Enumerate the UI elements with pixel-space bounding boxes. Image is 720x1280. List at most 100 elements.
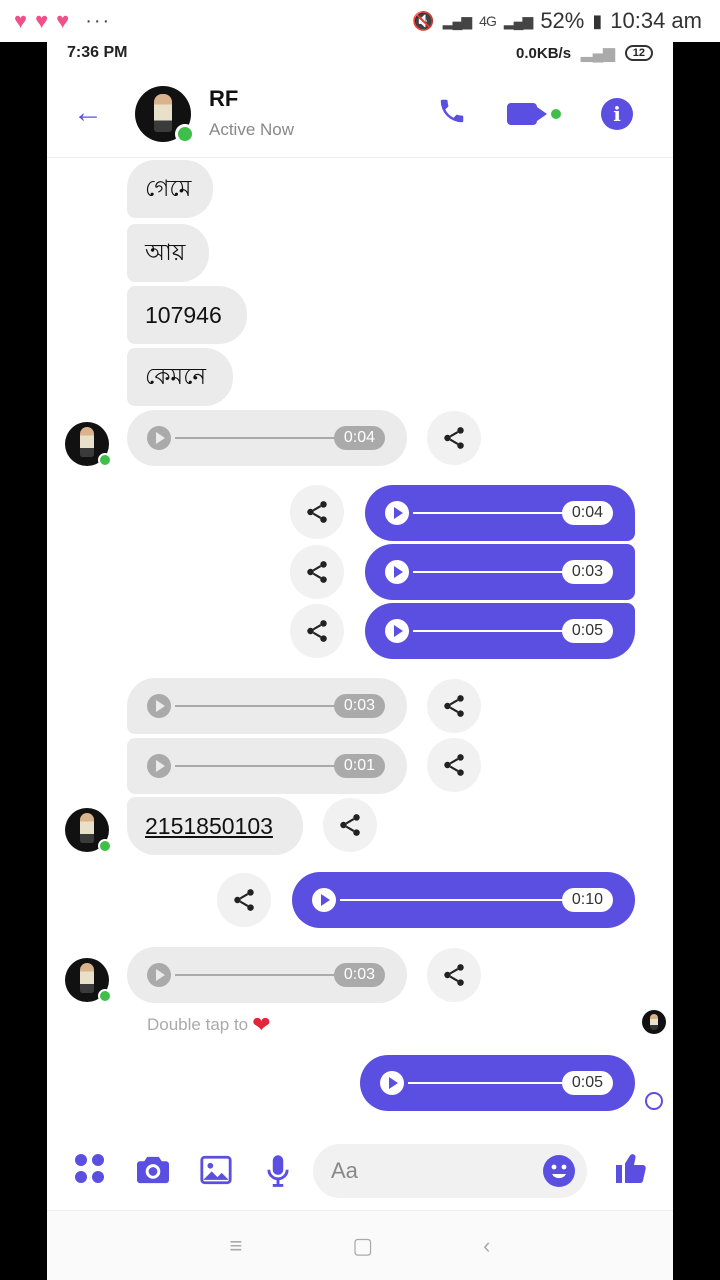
menu-icon[interactable]: ≡ — [230, 1233, 243, 1259]
play-icon[interactable] — [147, 426, 171, 450]
video-call-icon[interactable] — [507, 103, 561, 125]
audio-duration: 0:04 — [333, 426, 385, 450]
clock: 10:34 am — [610, 8, 702, 33]
message-bubble-incoming[interactable]: 2151850103 — [127, 797, 303, 855]
message-input[interactable]: Aa — [313, 1144, 587, 1198]
messenger-screen: 7:36 PM 0.0KB/s ▂▄▆ 12 ← RF Active Now i… — [47, 42, 673, 1280]
voice-message-outgoing[interactable]: 0:05 — [365, 603, 635, 659]
play-icon[interactable] — [312, 888, 336, 912]
phone-icon[interactable] — [437, 96, 467, 132]
like-thumb-icon[interactable] — [613, 1150, 649, 1191]
audio-progress[interactable] — [408, 1082, 566, 1084]
battery-icon: ▮ — [592, 10, 603, 31]
back-icon[interactable]: ‹ — [483, 1233, 490, 1259]
more-notifications: ··· — [85, 9, 112, 32]
audio-duration: 0:05 — [561, 1071, 613, 1095]
back-arrow-icon[interactable]: ← — [73, 96, 103, 130]
message-bubble-incoming[interactable]: কেমনে — [127, 348, 233, 406]
audio-progress[interactable] — [340, 899, 566, 901]
message-bubble-incoming[interactable]: আয় — [127, 224, 209, 282]
signal-icon: ▂▄▆ — [442, 12, 472, 29]
composer-bar: Aa — [47, 1136, 673, 1208]
share-icon[interactable] — [217, 873, 271, 927]
voice-message-outgoing[interactable]: 0:04 — [365, 485, 635, 541]
network-type: 4G — [479, 13, 497, 29]
notification-icons: ♥ ♥ ♥ ··· — [14, 10, 111, 33]
voice-message-outgoing[interactable]: 0:03 — [365, 544, 635, 600]
inner-clock: 7:36 PM — [67, 44, 128, 61]
audio-duration: 0:04 — [561, 501, 613, 525]
audio-progress[interactable] — [175, 705, 338, 707]
audio-duration: 0:03 — [561, 560, 613, 584]
phone-number-link[interactable]: 2151850103 — [145, 813, 273, 840]
gallery-icon[interactable] — [199, 1154, 233, 1191]
sending-status-icon — [645, 1092, 663, 1110]
audio-duration: 0:01 — [333, 754, 385, 778]
audio-progress[interactable] — [175, 765, 338, 767]
mute-icon: 🔇 — [412, 10, 435, 31]
voice-message-outgoing[interactable]: 0:10 — [292, 872, 635, 928]
online-indicator — [98, 989, 112, 1003]
outer-status-bar: ♥ ♥ ♥ ··· 🔇 ▂▄▆ 4G ▂▄▆ 52% ▮ 10:34 am — [0, 0, 720, 42]
voice-message-incoming[interactable]: 0:03 — [127, 947, 407, 1003]
audio-progress[interactable] — [413, 571, 566, 573]
home-icon[interactable]: ▢ — [352, 1233, 373, 1259]
double-tap-hint: Double tap to ❤ — [147, 1012, 271, 1037]
share-icon[interactable] — [427, 679, 481, 733]
info-icon[interactable]: i — [601, 98, 633, 130]
play-icon[interactable] — [147, 963, 171, 987]
share-icon[interactable] — [290, 545, 344, 599]
avatar[interactable] — [135, 86, 195, 144]
play-icon[interactable] — [385, 501, 409, 525]
share-icon[interactable] — [323, 798, 377, 852]
audio-duration: 0:03 — [333, 963, 385, 987]
avatar[interactable] — [65, 958, 112, 1003]
play-icon[interactable] — [385, 560, 409, 584]
signal-icon: ▂▄▆ — [503, 12, 533, 29]
chat-header: ← RF Active Now i — [47, 72, 673, 158]
share-icon[interactable] — [290, 604, 344, 658]
network-speed: 0.0KB/s — [516, 44, 572, 62]
message-bubble-incoming[interactable]: গেমে — [127, 160, 213, 218]
message-bubble-incoming[interactable]: 107946 — [127, 286, 247, 344]
voice-message-outgoing[interactable]: 0:05 — [360, 1055, 635, 1111]
voice-message-incoming[interactable]: 0:03 — [127, 678, 407, 734]
system-nav-bar: ≡ ▢ ‹ — [47, 1210, 673, 1280]
microphone-icon[interactable] — [263, 1154, 293, 1193]
heart-icon: ♥ — [56, 8, 70, 33]
share-icon[interactable] — [290, 485, 344, 539]
voice-message-incoming[interactable]: 0:01 — [127, 738, 407, 794]
audio-duration: 0:05 — [561, 619, 613, 643]
online-indicator — [98, 453, 112, 467]
play-icon[interactable] — [147, 694, 171, 718]
online-indicator — [98, 839, 112, 853]
seen-avatar — [642, 1010, 666, 1034]
emoji-icon[interactable] — [543, 1155, 575, 1187]
audio-progress[interactable] — [175, 437, 338, 439]
heart-icon: ❤ — [252, 1012, 271, 1037]
camera-icon[interactable] — [135, 1154, 171, 1191]
play-icon[interactable] — [385, 619, 409, 643]
share-icon[interactable] — [427, 948, 481, 1002]
play-icon[interactable] — [380, 1071, 404, 1095]
battery-percent: 52% — [540, 8, 585, 33]
play-icon[interactable] — [147, 754, 171, 778]
heart-icon: ♥ — [14, 8, 28, 33]
menu-grid-icon[interactable] — [75, 1154, 105, 1184]
contact-status: Active Now — [209, 120, 295, 139]
heart-icon: ♥ — [35, 8, 49, 33]
system-indicators: 🔇 ▂▄▆ 4G ▂▄▆ 52% ▮ 10:34 am — [412, 8, 702, 34]
audio-progress[interactable] — [175, 974, 338, 976]
audio-progress[interactable] — [413, 630, 566, 632]
audio-duration: 0:10 — [561, 888, 613, 912]
audio-progress[interactable] — [413, 512, 566, 514]
audio-duration: 0:03 — [333, 694, 385, 718]
share-icon[interactable] — [427, 738, 481, 792]
signal-icon: ▂▄▆ — [581, 45, 615, 62]
avatar[interactable] — [65, 808, 112, 853]
voice-message-incoming[interactable]: 0:04 — [127, 410, 407, 466]
avatar[interactable] — [65, 422, 112, 467]
contact-name[interactable]: RF — [209, 86, 238, 112]
inner-battery: 12 — [624, 45, 653, 61]
share-icon[interactable] — [427, 411, 481, 465]
